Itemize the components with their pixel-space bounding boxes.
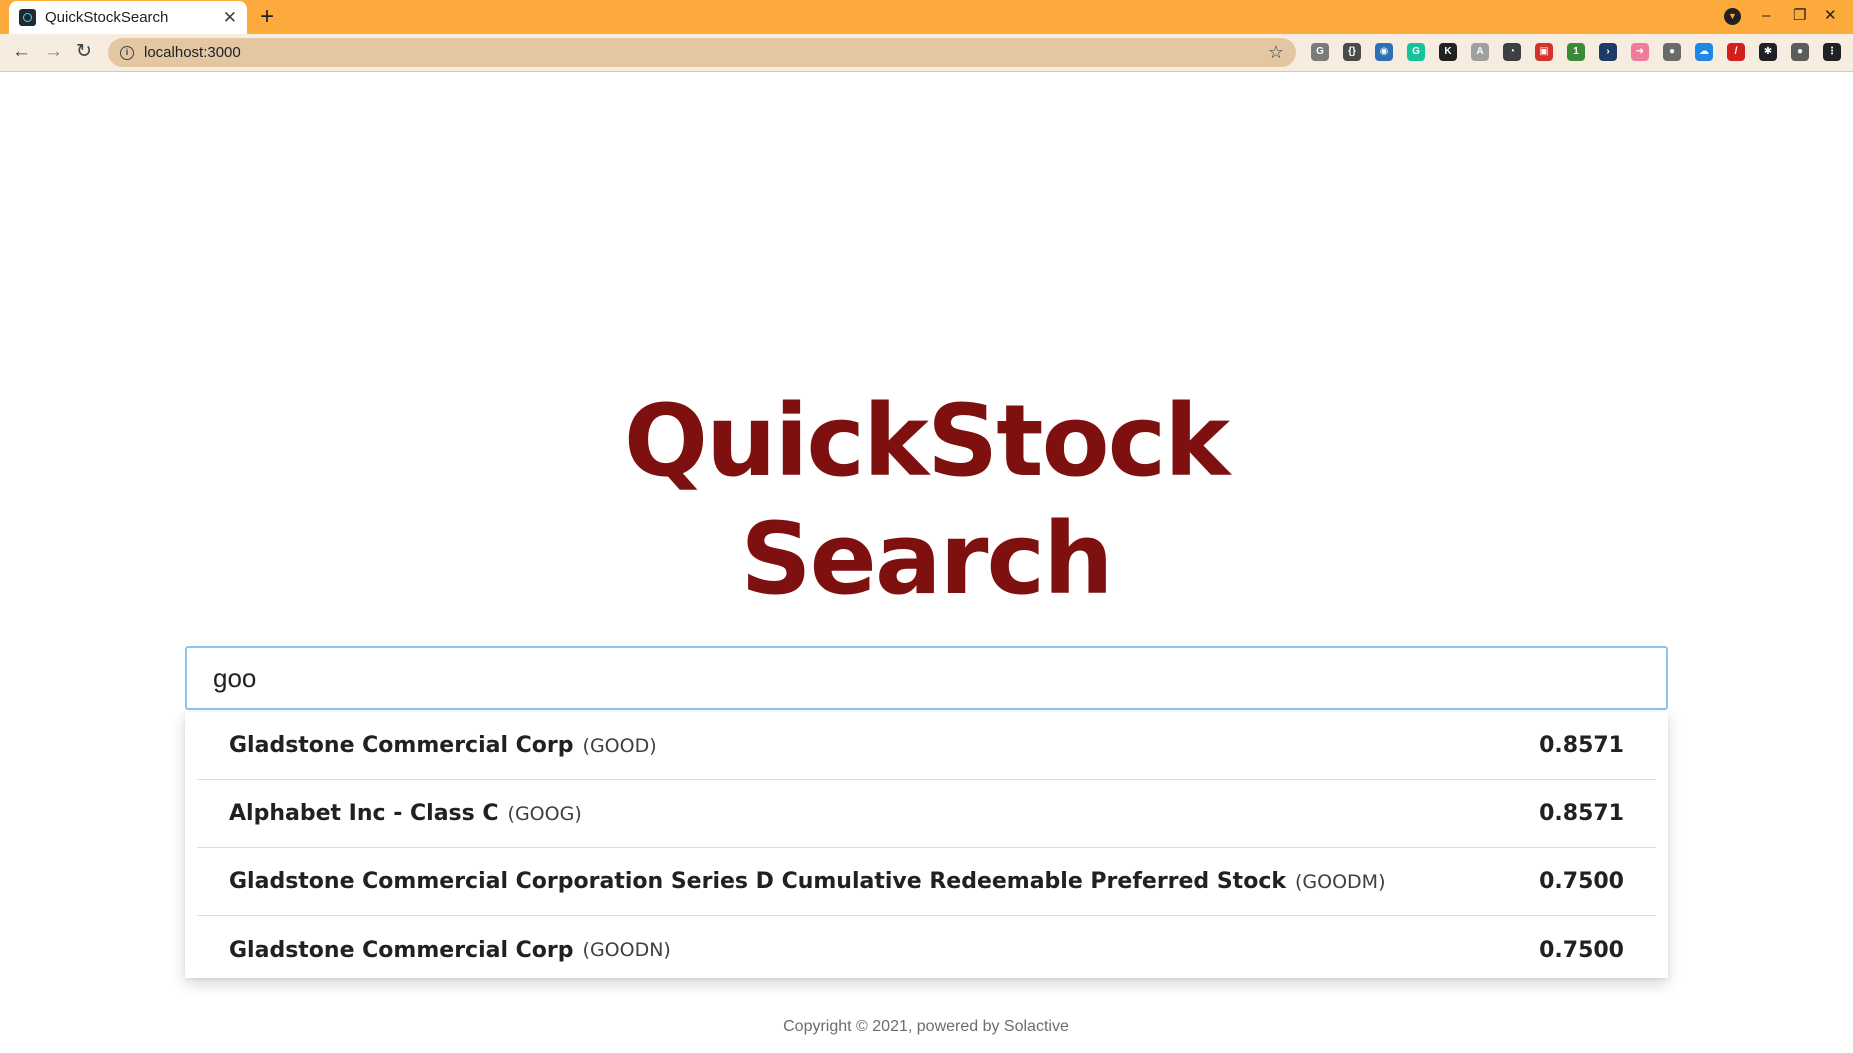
search-input[interactable] [185,646,1668,710]
menu-icon[interactable]: ⋮ [1823,43,1841,61]
result-name: Gladstone Commercial Corporation Series … [229,869,1286,894]
browser-toolbar: ← → ↻ i localhost:3000 ☆ G{} ◉ G K A ◔ ▣ 1 › ➜ ● ☁ /… [0,34,1853,72]
pink-arrow-icon[interactable]: ➜ [1631,43,1649,61]
react-favicon-icon [19,9,36,26]
browser-tab[interactable]: QuickStockSearch ✕ [9,1,247,34]
grammarly-icon[interactable]: G [1407,43,1425,61]
page-title-line1: QuickStock [623,384,1230,499]
minimize-button[interactable]: – [1762,6,1770,26]
search-results-dropdown: Gladstone Commercial Corp (GOOD) 0.8571 … [185,712,1668,978]
new-tab-button[interactable]: + [260,3,274,31]
result-symbol: (GOODN) [582,939,671,961]
cloud-icon[interactable]: ☁ [1695,43,1713,61]
address-bar[interactable]: i localhost:3000 ☆ [108,38,1296,67]
result-row[interactable]: Gladstone Commercial Corp (GOOD) 0.8571 [197,712,1656,780]
result-row[interactable]: Gladstone Commercial Corp (GOODN) 0.7500 [197,916,1656,978]
result-row[interactable]: Alphabet Inc - Class C (GOOG) 0.8571 [197,780,1656,848]
notify-icon[interactable]: 1 [1567,43,1585,61]
terminal-icon[interactable]: › [1599,43,1617,61]
timer-icon[interactable]: ◔ [1503,43,1521,61]
result-name: Gladstone Commercial Corp [229,937,574,963]
footer-copyright: Copyright © 2021, powered by Solactive [783,1018,1069,1035]
result-score: 0.7500 [1539,937,1624,963]
result-name: Gladstone Commercial Corp [229,733,574,758]
result-score: 0.8571 [1539,733,1624,758]
page-title-line2: Search [740,502,1113,617]
result-symbol: (GOOG) [507,802,582,825]
back-arrow-icon[interactable]: ← [12,42,31,62]
pen-icon[interactable]: / [1727,43,1745,61]
grammarly-g-icon[interactable]: G [1311,43,1329,61]
result-score: 0.7500 [1539,869,1624,894]
person-icon[interactable]: ◉ [1375,43,1393,61]
reload-icon[interactable]: ↻ [76,42,92,62]
avatar[interactable]: ● [1791,43,1809,61]
puzzle-grey-icon[interactable]: A [1471,43,1489,61]
result-score: 0.8571 [1539,801,1624,826]
red-box-icon[interactable]: ▣ [1535,43,1553,61]
window-close-button[interactable]: ✕ [1824,6,1837,26]
result-symbol: (GOODM) [1295,870,1386,893]
extensions-icon[interactable]: ✱ [1759,43,1777,61]
chevron-down-icon[interactable]: ▼ [1724,8,1741,25]
tab-close-icon[interactable]: ✕ [223,9,237,26]
restore-button[interactable]: ❐ [1793,6,1806,26]
result-name: Alphabet Inc - Class C [229,801,499,826]
k-icon[interactable]: K [1439,43,1457,61]
forward-arrow-icon[interactable]: → [44,42,63,62]
url-text: localhost:3000 [144,44,241,61]
bookmark-star-icon[interactable]: ☆ [1268,42,1284,63]
braces-icon[interactable]: {} [1343,43,1361,61]
grey-circle-icon[interactable]: ● [1663,43,1681,61]
tab-title: QuickStockSearch [45,9,169,26]
result-row[interactable]: Gladstone Commercial Corporation Series … [197,848,1656,916]
tab-strip: QuickStockSearch ✕ + ▼ – ❐ ✕ [0,0,1853,34]
result-symbol: (GOOD) [582,734,657,757]
page-title: QuickStock Search [526,383,1326,619]
site-info-icon[interactable]: i [120,45,134,60]
